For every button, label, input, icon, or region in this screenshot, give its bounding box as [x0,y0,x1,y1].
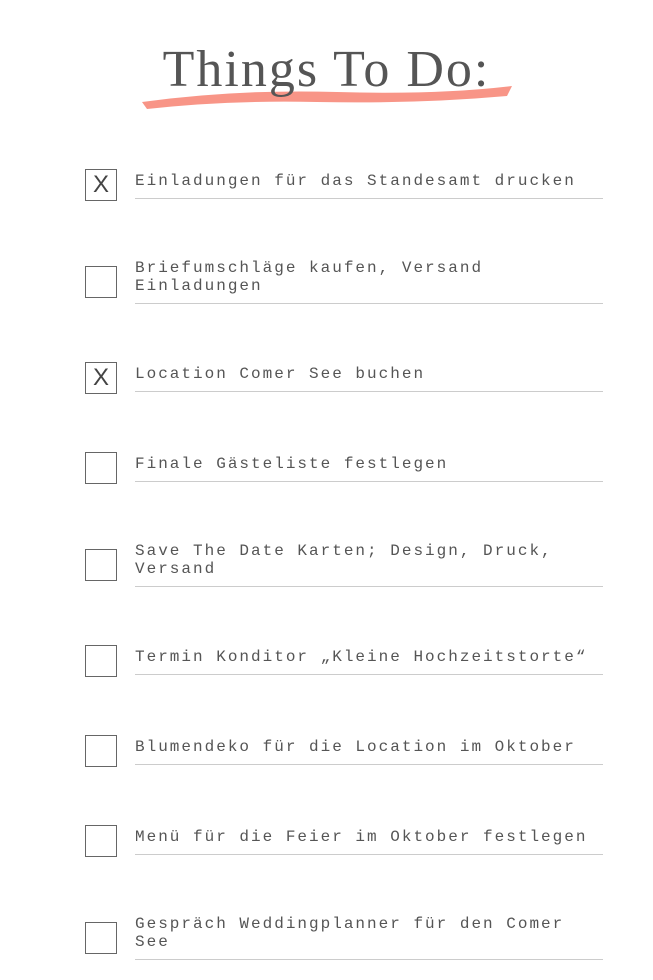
checkmark-icon: X [93,171,109,199]
item-text: Finale Gästeliste festlegen [135,455,603,482]
title-container: Things To Do: [50,40,603,119]
checkbox[interactable]: X [85,169,117,201]
checkbox[interactable]: X [85,362,117,394]
checkbox[interactable] [85,645,117,677]
todo-item: Finale Gästeliste festlegen [85,452,603,484]
checkmark-icon: X [93,364,109,392]
todo-item: Save The Date Karten; Design, Druck, Ver… [85,542,603,587]
checkbox[interactable] [85,825,117,857]
todo-item: Termin Konditor „Kleine Hochzeitstorte“ [85,645,603,677]
todo-item: X Location Comer See buchen [85,362,603,394]
checkbox[interactable] [85,549,117,581]
checkbox[interactable] [85,452,117,484]
item-text: Blumendeko für die Location im Oktober [135,738,603,765]
item-text: Save The Date Karten; Design, Druck, Ver… [135,542,603,587]
page-title: Things To Do: [50,40,603,99]
checkbox[interactable] [85,735,117,767]
item-text: Menü für die Feier im Oktober festlegen [135,828,603,855]
todo-item: Briefumschläge kaufen, Versand Einladung… [85,259,603,304]
checkbox[interactable] [85,266,117,298]
item-text: Termin Konditor „Kleine Hochzeitstorte“ [135,648,603,675]
checkbox[interactable] [85,922,117,954]
item-text: Location Comer See buchen [135,365,603,392]
todo-item: Gespräch Weddingplanner für den Comer Se… [85,915,603,960]
todo-item: Blumendeko für die Location im Oktober [85,735,603,767]
todo-item: X Einladungen für das Standesamt drucken [85,169,603,201]
todo-list: X Einladungen für das Standesamt drucken… [50,169,603,960]
item-text: Einladungen für das Standesamt drucken [135,172,603,199]
item-text: Gespräch Weddingplanner für den Comer Se… [135,915,603,960]
todo-item: Menü für die Feier im Oktober festlegen [85,825,603,857]
item-text: Briefumschläge kaufen, Versand Einladung… [135,259,603,304]
